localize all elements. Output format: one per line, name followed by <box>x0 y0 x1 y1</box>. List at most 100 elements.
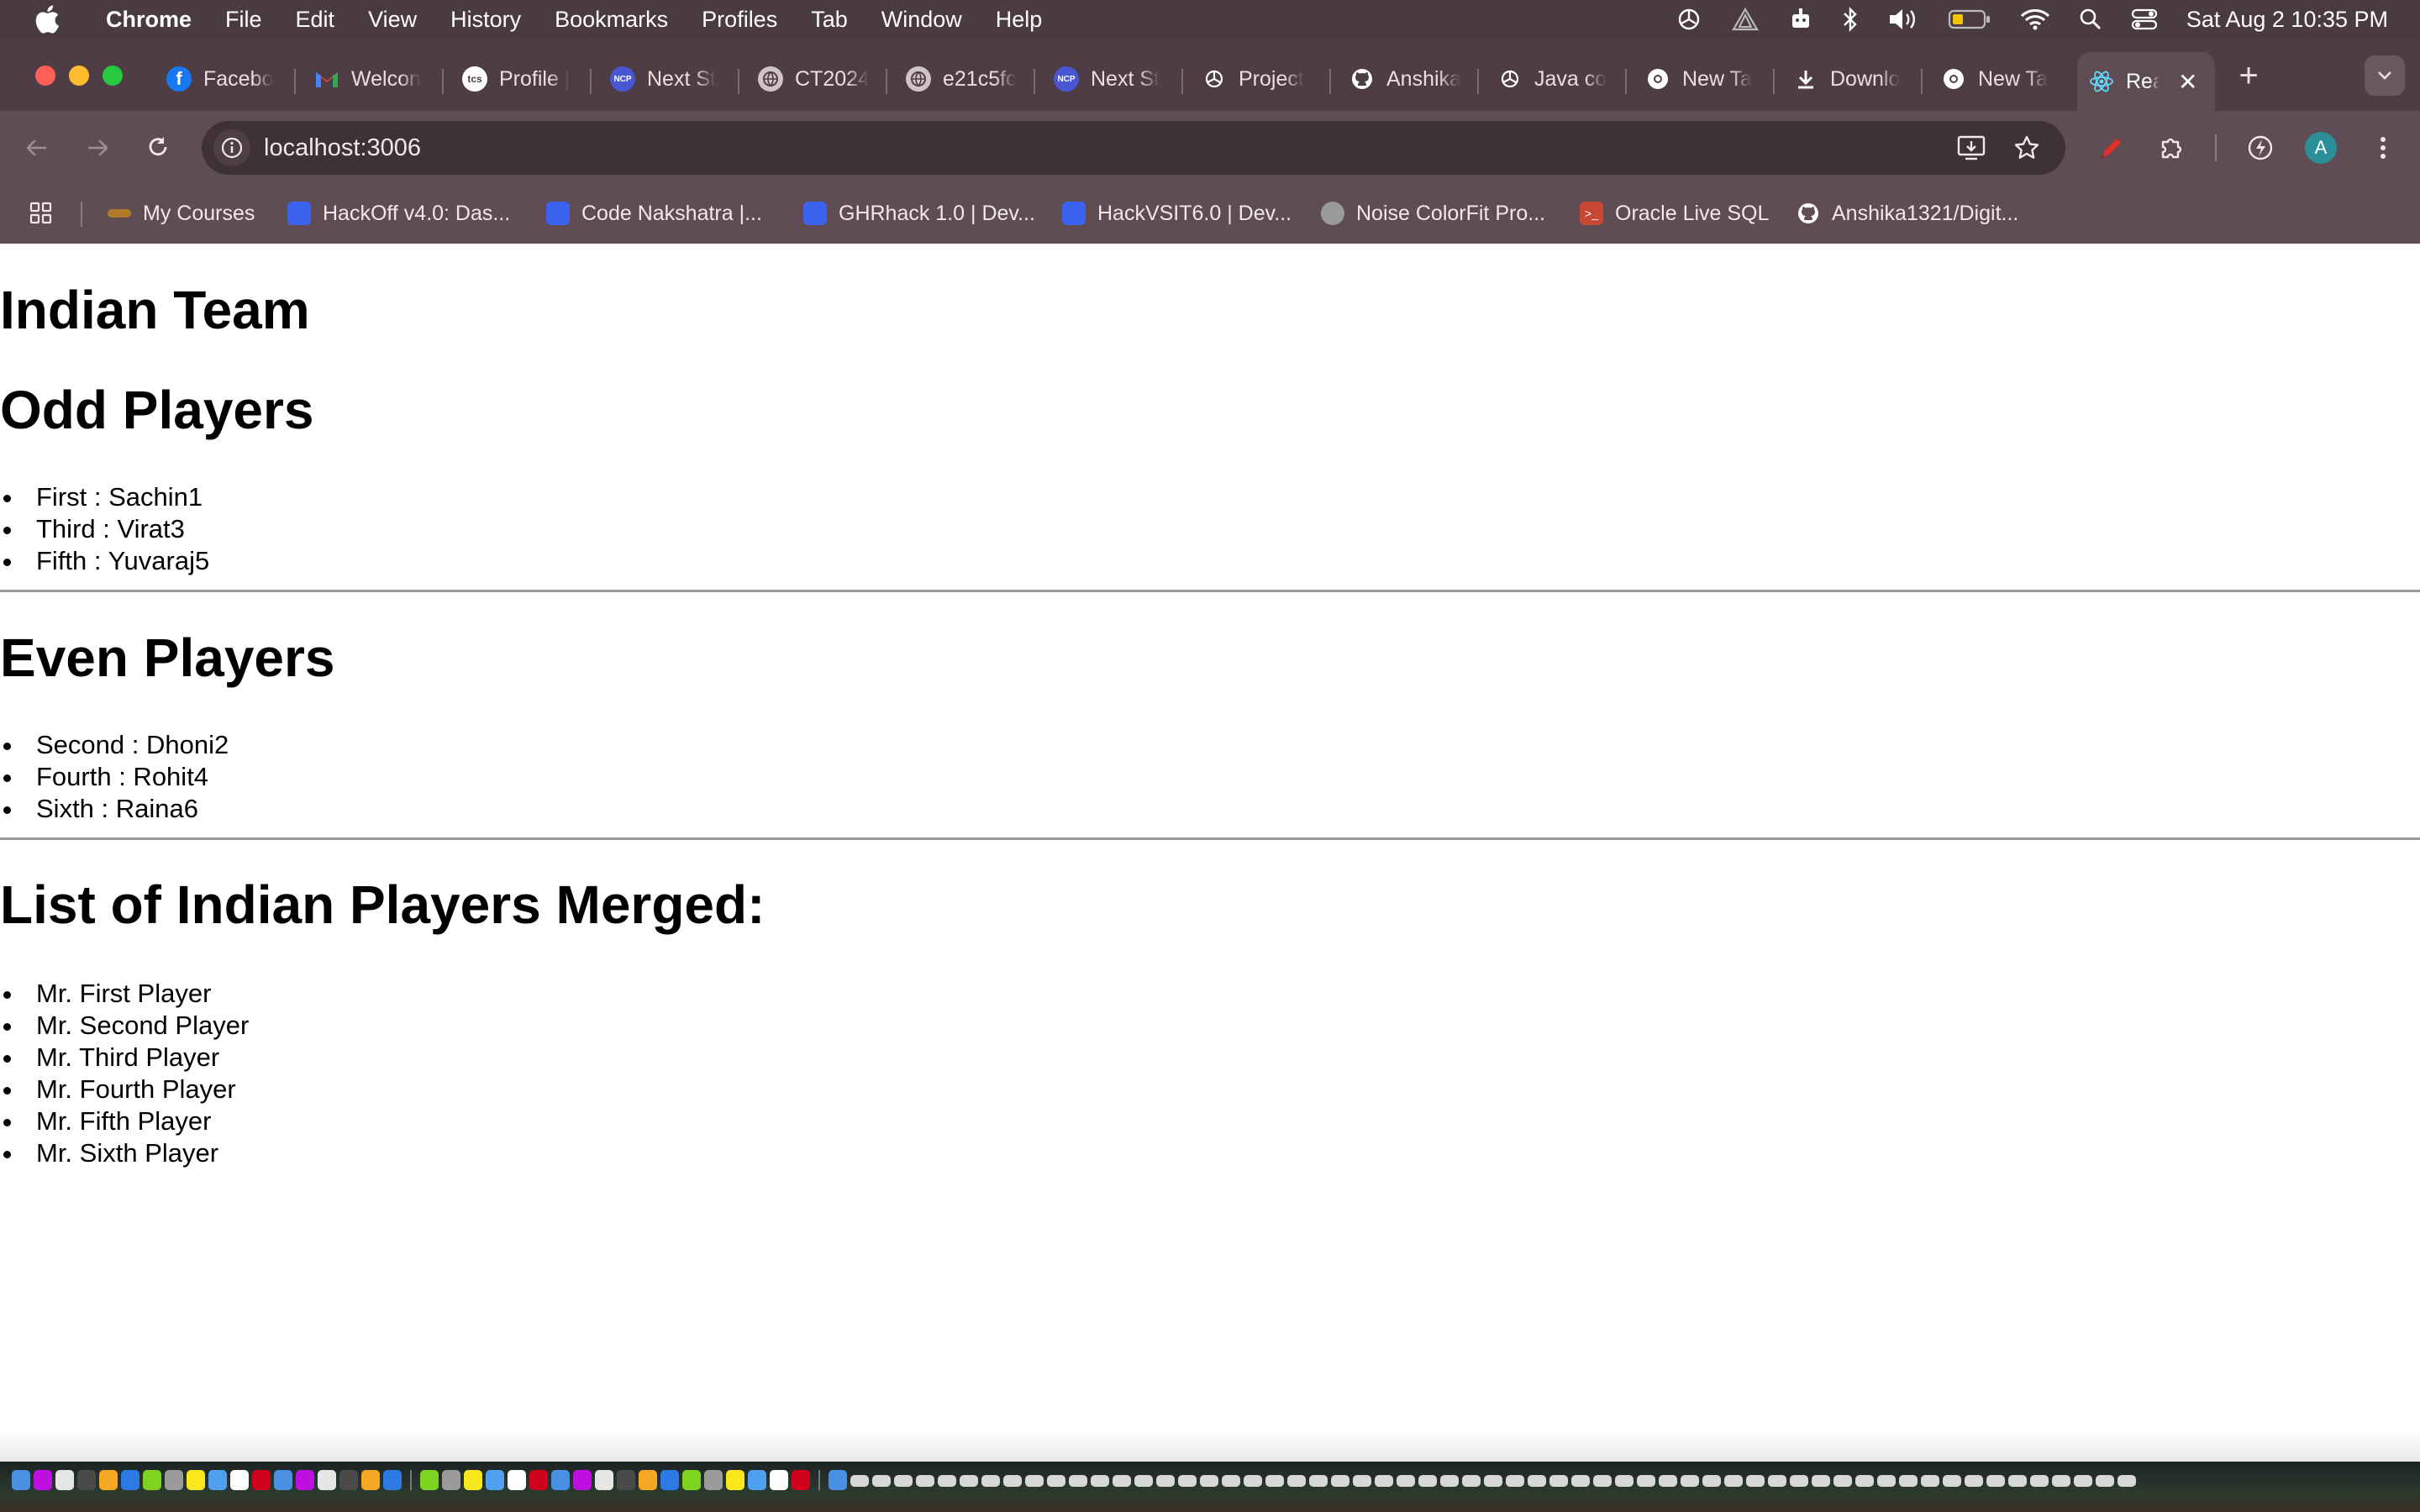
dock-app-icon[interactable] <box>2096 1475 2114 1487</box>
dock-app-icon[interactable] <box>1855 1475 1874 1487</box>
dock-app-icon[interactable] <box>1768 1475 1786 1487</box>
dock-app-icon[interactable] <box>829 1470 847 1490</box>
dock-app-icon[interactable] <box>230 1470 249 1490</box>
dock-app-icon[interactable] <box>339 1470 358 1490</box>
dock-app-icon[interactable] <box>1200 1475 1218 1487</box>
dock-app-icon[interactable] <box>1812 1475 1830 1487</box>
menu-app-name[interactable]: Chrome <box>106 7 192 33</box>
dock-app-icon[interactable] <box>726 1470 744 1490</box>
tab-java[interactable]: Java co <box>1497 54 1608 104</box>
dock-app-icon[interactable] <box>1943 1475 1961 1487</box>
battery-icon[interactable] <box>1948 8 1991 30</box>
dock-app-icon[interactable] <box>960 1475 978 1487</box>
dock-app-icon[interactable] <box>1528 1475 1546 1487</box>
dock-app-icon[interactable] <box>770 1470 788 1490</box>
volume-icon[interactable] <box>1887 7 1919 32</box>
bookmark-star-icon[interactable] <box>2012 133 2042 163</box>
dock-app-icon[interactable] <box>595 1470 613 1490</box>
dock-app-icon[interactable] <box>1353 1475 1371 1487</box>
tab-search-button[interactable] <box>2365 55 2405 96</box>
dock-app-icon[interactable] <box>1113 1475 1131 1487</box>
menu-edit[interactable]: Edit <box>296 7 335 33</box>
dock-app-icon[interactable] <box>252 1470 271 1490</box>
dock-app-icon[interactable] <box>1833 1475 1852 1487</box>
dock-app-icon[interactable] <box>1025 1475 1044 1487</box>
dock-app-icon[interactable] <box>361 1470 380 1490</box>
bookmark-oracle-live-sql[interactable]: >_ Oracle Live SQL <box>1580 195 1769 232</box>
tab-next-step-2[interactable]: NCP Next St <box>1054 54 1165 104</box>
dock-app-icon[interactable] <box>1244 1475 1262 1487</box>
dock-app-icon[interactable] <box>1986 1475 2005 1487</box>
dock-app-icon[interactable] <box>639 1470 657 1490</box>
dock-app-icon[interactable] <box>1047 1475 1065 1487</box>
close-tab-icon[interactable]: ✕ <box>2178 68 2197 96</box>
maximize-window-button[interactable] <box>103 66 123 86</box>
menu-tab[interactable]: Tab <box>811 7 848 33</box>
bookmark-my-courses[interactable]: My Courses <box>108 195 255 232</box>
tab-ct2024[interactable]: CT2024 <box>758 54 869 104</box>
dock-app-icon[interactable] <box>55 1470 74 1490</box>
dock-app-icon[interactable] <box>1659 1475 1677 1487</box>
control-center-icon[interactable] <box>2131 8 2158 31</box>
back-button[interactable] <box>20 131 54 165</box>
dock-app-icon[interactable] <box>894 1475 913 1487</box>
tab-facebook[interactable]: f Facebo <box>166 54 277 104</box>
dock-app-icon[interactable] <box>872 1475 891 1487</box>
dock-app-icon[interactable] <box>617 1470 635 1490</box>
dock-app-icon[interactable] <box>1921 1475 1939 1487</box>
wifi-icon[interactable] <box>2020 8 2050 31</box>
new-tab-button[interactable]: + <box>2232 59 2265 92</box>
dock-app-icon[interactable] <box>99 1470 118 1490</box>
tab-new-tab-1[interactable]: New Ta <box>1645 54 1756 104</box>
dock-app-icon[interactable] <box>529 1470 548 1490</box>
bookmark-ghrhack[interactable]: GHRhack 1.0 | Dev... <box>803 195 1035 232</box>
dock-app-icon[interactable] <box>1877 1475 1896 1487</box>
dock-app-icon[interactable] <box>1790 1475 1808 1487</box>
dock-app-icon[interactable] <box>660 1470 679 1490</box>
tab-profile[interactable]: tcs Profile | <box>462 54 573 104</box>
dock-app-icon[interactable] <box>1899 1475 1918 1487</box>
dock-app-icon[interactable] <box>1681 1475 1699 1487</box>
tab-project[interactable]: Project <box>1202 54 1313 104</box>
dock-app-icon[interactable] <box>1418 1475 1437 1487</box>
dock-app-icon[interactable] <box>981 1475 1000 1487</box>
dock-app-icon[interactable] <box>551 1470 570 1490</box>
install-app-icon[interactable] <box>1956 133 1986 163</box>
bookmark-code-nakshatra[interactable]: Code Nakshatra |... <box>546 195 762 232</box>
pen-extension-icon[interactable] <box>2094 131 2128 165</box>
dock-app-icon[interactable] <box>850 1475 869 1487</box>
dock-app-icon[interactable] <box>1265 1475 1284 1487</box>
dock-app-icon[interactable] <box>34 1470 52 1490</box>
spotlight-search-icon[interactable] <box>2079 8 2102 31</box>
dock-app-icon[interactable] <box>1069 1475 1087 1487</box>
menu-file[interactable]: File <box>225 7 262 33</box>
dock-app-icon[interactable] <box>1222 1475 1240 1487</box>
performance-icon[interactable] <box>2244 131 2277 165</box>
dock-app-icon[interactable] <box>1156 1475 1175 1487</box>
dock-app-icon[interactable] <box>1287 1475 1306 1487</box>
dock-app-icon[interactable] <box>1724 1475 1743 1487</box>
dock-app-icon[interactable] <box>442 1470 460 1490</box>
apple-menu-icon[interactable] <box>30 3 64 36</box>
dock-app-icon[interactable] <box>1331 1475 1349 1487</box>
bookmark-noise-colorfit[interactable]: Noise ColorFit Pro... <box>1321 195 1545 232</box>
dock-app-icon[interactable] <box>143 1470 161 1490</box>
dock-app-icon[interactable] <box>121 1470 139 1490</box>
avatar[interactable]: A <box>2304 131 2338 165</box>
dock-app-icon[interactable] <box>1462 1475 1481 1487</box>
site-info-icon[interactable] <box>213 129 250 166</box>
dock-app-icon[interactable] <box>1593 1475 1612 1487</box>
menubar-clock[interactable]: Sat Aug 2 10:35 PM <box>2186 7 2388 33</box>
dock-app-icon[interactable] <box>464 1470 482 1490</box>
dock-app-icon[interactable] <box>296 1470 314 1490</box>
dock-app-icon[interactable] <box>1309 1475 1328 1487</box>
dock-app-icon[interactable] <box>1484 1475 1502 1487</box>
dock-app-icon[interactable] <box>1506 1475 1524 1487</box>
dock-app-icon[interactable] <box>2074 1475 2092 1487</box>
robot-icon[interactable] <box>1788 6 1813 33</box>
dock-app-icon[interactable] <box>1549 1475 1568 1487</box>
tab-github[interactable]: Anshika <box>1349 54 1460 104</box>
bookmark-github-repo[interactable]: Anshika1321/Digit... <box>1797 195 2018 232</box>
dock-app-icon[interactable] <box>420 1470 439 1490</box>
dock-app-icon[interactable] <box>77 1470 96 1490</box>
